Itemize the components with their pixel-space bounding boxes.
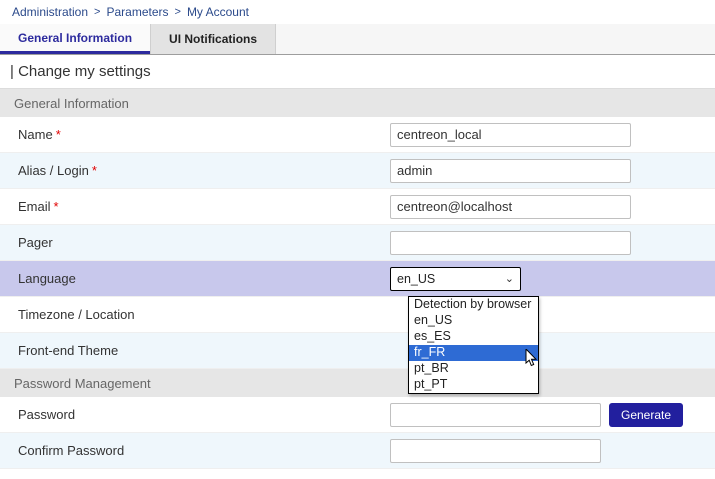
pager-input[interactable]	[390, 231, 631, 255]
theme-label: Front-end Theme	[0, 343, 390, 358]
my-account-page: Administration > Parameters > My Account…	[0, 0, 715, 479]
email-label: Email*	[0, 199, 390, 214]
password-label: Password	[0, 407, 390, 422]
language-option-detection[interactable]: Detection by browser	[409, 297, 538, 313]
breadcrumb-my-account[interactable]: My Account	[187, 5, 249, 19]
pager-label: Pager	[0, 235, 390, 250]
language-option-es-es[interactable]: es_ES	[409, 329, 538, 345]
language-option-en-us[interactable]: en_US	[409, 313, 538, 329]
form-row-pager: Pager	[0, 225, 715, 261]
form-row-email: Email*	[0, 189, 715, 225]
form-row-confirm-password: Confirm Password	[0, 433, 715, 469]
breadcrumb-separator: >	[175, 6, 181, 18]
chevron-down-icon: ⌄	[505, 272, 514, 285]
confirm-password-label: Confirm Password	[0, 443, 390, 458]
section-password-management: Password Management	[0, 369, 715, 397]
page-title: | Change my settings	[0, 55, 715, 89]
required-marker: *	[92, 163, 97, 178]
tab-strip: General Information UI Notifications	[0, 24, 715, 55]
confirm-password-input[interactable]	[390, 439, 601, 463]
breadcrumb-administration[interactable]: Administration	[12, 5, 88, 19]
required-marker: *	[56, 127, 61, 142]
form-row-theme: Front-end Theme	[0, 333, 715, 369]
breadcrumb: Administration > Parameters > My Account	[0, 0, 715, 24]
language-dropdown: Detection by browser en_US es_ES fr_FR p…	[408, 296, 539, 394]
language-option-pt-pt[interactable]: pt_PT	[409, 377, 538, 393]
breadcrumb-parameters[interactable]: Parameters	[106, 5, 168, 19]
password-input[interactable]	[390, 403, 601, 427]
form-row-alias: Alias / Login*	[0, 153, 715, 189]
breadcrumb-separator: >	[94, 6, 100, 18]
email-input[interactable]	[390, 195, 631, 219]
language-label: Language	[0, 271, 390, 286]
section-general-information: General Information	[0, 89, 715, 117]
form-row-password: Password Generate	[0, 397, 715, 433]
name-label: Name*	[0, 127, 390, 142]
tab-ui-notifications[interactable]: UI Notifications	[150, 24, 276, 54]
alias-input[interactable]	[390, 159, 631, 183]
language-select-value: en_US	[397, 272, 435, 286]
name-input[interactable]	[390, 123, 631, 147]
language-option-fr-fr[interactable]: fr_FR	[409, 345, 538, 361]
alias-label: Alias / Login*	[0, 163, 390, 178]
required-marker: *	[54, 199, 59, 214]
form-row-language: Language en_US ⌄	[0, 261, 715, 297]
form-row-timezone: Timezone / Location	[0, 297, 715, 333]
language-option-pt-br[interactable]: pt_BR	[409, 361, 538, 377]
tab-general-information[interactable]: General Information	[0, 24, 150, 54]
generate-password-button[interactable]: Generate	[609, 403, 683, 427]
language-select[interactable]: en_US ⌄	[390, 267, 521, 291]
form-row-name: Name*	[0, 117, 715, 153]
timezone-label: Timezone / Location	[0, 307, 390, 322]
